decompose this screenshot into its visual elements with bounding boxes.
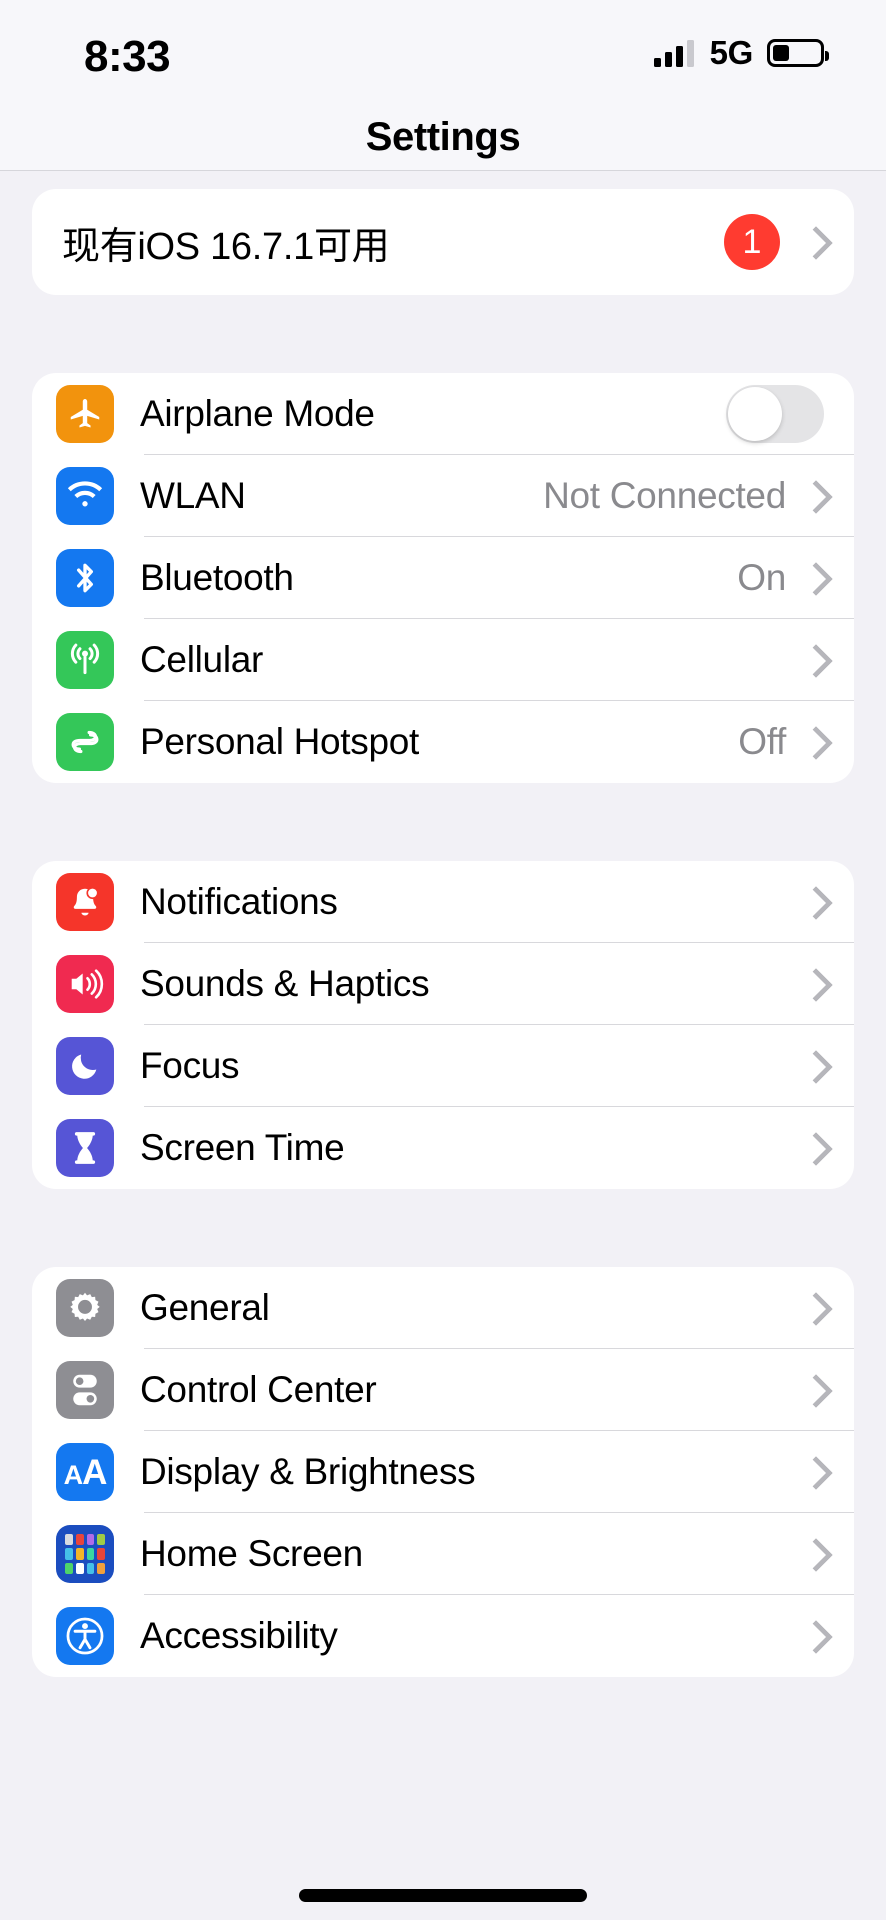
software-update-group: 现有iOS 16.7.1可用 1 [32, 189, 854, 295]
accessibility-icon [56, 1607, 114, 1665]
home-screen-grid-icon [56, 1525, 114, 1583]
status-bar-indicators: 5G [653, 34, 829, 72]
hourglass-icon [56, 1119, 114, 1177]
cellular-antenna-icon [56, 631, 114, 689]
system-group: General Control Center AA Display & Brig… [32, 1267, 854, 1677]
chevron-right-icon [802, 559, 824, 597]
settings-screen: 8:33 5G Settings 现有iOS 16.7.1可用 1 Airpla… [0, 0, 886, 1920]
hotspot-link-icon [56, 713, 114, 771]
cellular-signal-icon [653, 39, 694, 67]
chevron-right-icon [802, 641, 824, 679]
settings-row-accessibility[interactable]: Accessibility [32, 1595, 854, 1677]
display-aa-icon: AA [56, 1443, 114, 1501]
settings-row-control-center[interactable]: Control Center [32, 1349, 854, 1431]
settings-row-wlan[interactable]: WLAN Not Connected [32, 455, 854, 537]
status-bar-time: 8:33 [84, 32, 171, 81]
settings-row-bluetooth[interactable]: Bluetooth On [32, 537, 854, 619]
chevron-right-icon [802, 477, 824, 515]
airplane-mode-toggle[interactable] [726, 385, 824, 443]
settings-row-label: Home Screen [140, 1533, 363, 1574]
settings-row-sounds-haptics[interactable]: Sounds & Haptics [32, 943, 854, 1025]
settings-row-display-brightness[interactable]: AA Display & Brightness [32, 1431, 854, 1513]
gear-icon [56, 1279, 114, 1337]
settings-row-value: On [737, 557, 786, 598]
settings-row-label: Display & Brightness [140, 1451, 476, 1492]
chevron-right-icon [802, 1617, 824, 1655]
moon-icon [56, 1037, 114, 1095]
settings-list: 现有iOS 16.7.1可用 1 Airplane Mode WLAN Not … [0, 171, 886, 1677]
status-bar: 8:33 5G [0, 0, 886, 105]
airplane-icon [56, 385, 114, 443]
alerts-group: Notifications Sounds & Haptics Focus Scr… [32, 861, 854, 1189]
connectivity-group: Airplane Mode WLAN Not Connected Bluetoo… [32, 373, 854, 783]
settings-row-home-screen[interactable]: Home Screen [32, 1513, 854, 1595]
settings-row-focus[interactable]: Focus [32, 1025, 854, 1107]
page-title: Settings [365, 115, 521, 159]
home-indicator-bar[interactable] [299, 1889, 587, 1902]
nav-bar: Settings [0, 105, 886, 171]
control-center-icon [56, 1361, 114, 1419]
chevron-right-icon [802, 965, 824, 1003]
chevron-right-icon [802, 1047, 824, 1085]
settings-row-label: Cellular [140, 639, 264, 680]
settings-row-label: Bluetooth [140, 557, 294, 598]
software-update-row[interactable]: 现有iOS 16.7.1可用 1 [32, 189, 854, 295]
network-type-label: 5G [709, 34, 754, 71]
chevron-right-icon [802, 1453, 824, 1491]
software-update-label: 现有iOS 16.7.1可用 [62, 225, 390, 268]
chevron-right-icon [802, 1289, 824, 1327]
settings-row-label: WLAN [140, 475, 246, 516]
status-badge: 1 [724, 214, 780, 270]
settings-row-screen-time[interactable]: Screen Time [32, 1107, 854, 1189]
settings-row-label: Accessibility [140, 1615, 338, 1656]
bluetooth-icon [56, 549, 114, 607]
settings-row-label: Personal Hotspot [140, 721, 420, 762]
settings-row-value: Not Connected [543, 475, 786, 516]
chevron-right-icon [802, 223, 824, 261]
chevron-right-icon [802, 723, 824, 761]
settings-row-label: Airplane Mode [140, 393, 375, 434]
chevron-right-icon [802, 1535, 824, 1573]
chevron-right-icon [802, 1129, 824, 1167]
settings-row-label: Screen Time [140, 1127, 345, 1168]
chevron-right-icon [802, 1371, 824, 1409]
settings-row-value: Off [738, 721, 786, 762]
settings-row-cellular[interactable]: Cellular [32, 619, 854, 701]
settings-row-label: General [140, 1287, 270, 1328]
settings-row-label: Sounds & Haptics [140, 963, 430, 1004]
wifi-icon [56, 467, 114, 525]
speaker-icon [56, 955, 114, 1013]
battery-icon [767, 39, 829, 67]
settings-row-label: Notifications [140, 881, 338, 922]
settings-row-label: Control Center [140, 1369, 377, 1410]
settings-row-personal-hotspot[interactable]: Personal Hotspot Off [32, 701, 854, 783]
settings-row-airplane-mode[interactable]: Airplane Mode [32, 373, 854, 455]
bell-icon [56, 873, 114, 931]
chevron-right-icon [802, 883, 824, 921]
settings-row-general[interactable]: General [32, 1267, 854, 1349]
settings-row-notifications[interactable]: Notifications [32, 861, 854, 943]
settings-row-label: Focus [140, 1045, 240, 1086]
